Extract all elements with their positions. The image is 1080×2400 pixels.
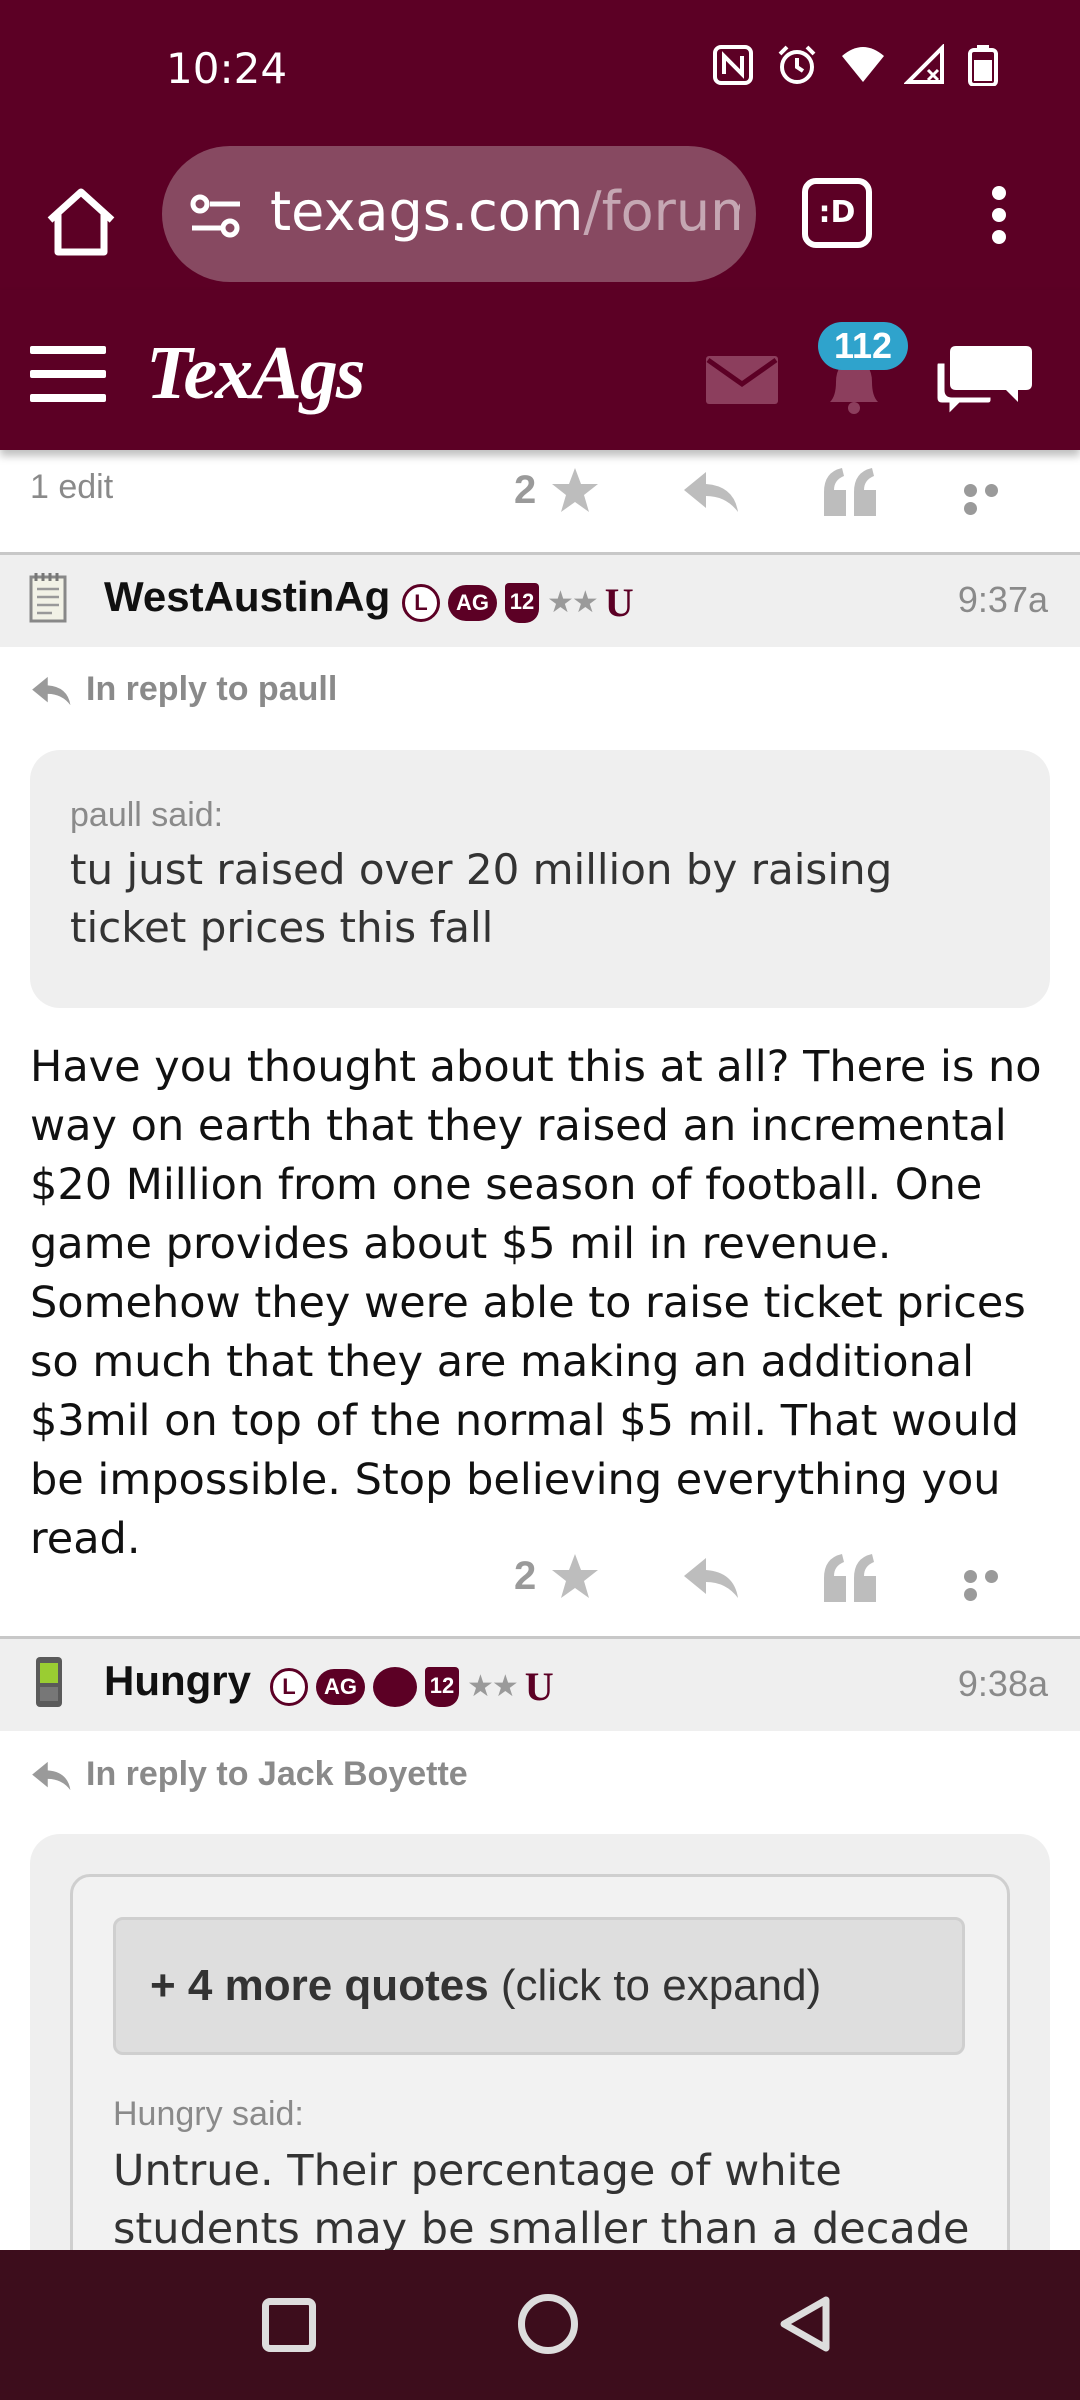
like-count: 2 <box>514 468 537 512</box>
reply-icon <box>30 674 74 708</box>
lifetime-badge: L <box>270 1667 308 1706</box>
home-nav-button[interactable] <box>518 2294 578 2354</box>
dot-icon <box>992 208 1006 222</box>
status-icons <box>712 43 1010 87</box>
star-icon[interactable] <box>550 466 600 516</box>
like-count: 2 <box>514 1554 537 1598</box>
post-time[interactable]: 9:37a <box>958 579 1048 621</box>
more-options-icon[interactable] <box>964 484 1024 515</box>
quote-author: paull said: <box>70 796 224 834</box>
username[interactable]: Hungry <box>104 1657 251 1705</box>
nfc-icon <box>712 44 754 86</box>
url-path: /forum <box>583 180 740 243</box>
reply-to-user: paull <box>257 670 338 708</box>
u-badge: U <box>524 1664 554 1709</box>
user-badges: L AG 12 ★★ U <box>270 1663 554 1710</box>
reply-icon[interactable] <box>682 1554 742 1602</box>
tabs-button[interactable]: :D <box>802 178 872 248</box>
notepad-avatar-icon[interactable] <box>28 571 70 625</box>
system-nav-bar <box>0 2250 1080 2400</box>
nested-quote-content: Hungry said: Untrue. Their percentage of… <box>113 2095 973 2250</box>
action-row: 2 <box>0 1546 1080 1616</box>
12th-man-badge: 12 <box>505 582 539 623</box>
site-header: TexAgs 112 <box>0 290 1080 450</box>
u-badge: U <box>604 580 634 625</box>
lifetime-badge: L <box>402 583 440 622</box>
action-row: 2 <box>0 460 1080 530</box>
wifi-icon <box>840 44 884 86</box>
reply-icon[interactable] <box>682 468 742 516</box>
quote-block: + 4 more quotes (click to expand) Hungry… <box>30 1834 1050 2250</box>
reply-to-user: Jack Boyette <box>257 1755 468 1793</box>
battery-icon <box>968 44 1010 87</box>
reply-to-link[interactable]: In reply to paull <box>30 670 337 709</box>
status-bar: 10:24 <box>0 0 1080 140</box>
site-settings-icon[interactable] <box>186 186 246 246</box>
quote-block: paull said: tu just raised over 20 milli… <box>30 750 1050 1008</box>
recents-button[interactable] <box>262 2298 316 2352</box>
reply-prefix: In reply to <box>86 1755 249 1793</box>
home-icon <box>47 188 115 256</box>
ag-badge: AG <box>448 584 497 621</box>
post-header: WestAustinAg L AG 12 ★★ U 9:37a <box>0 555 1080 647</box>
notification-count-badge[interactable]: 112 <box>818 322 909 370</box>
url-domain: texags.com <box>270 180 584 243</box>
status-time: 10:24 <box>166 44 288 93</box>
reply-to-link[interactable]: In reply to Jack Boyette <box>30 1755 468 1794</box>
thread-content: 1 edit 2 WestAustinAg L AG 12 ★★ U 9:37a… <box>0 450 1080 2250</box>
quote-icon[interactable] <box>820 1550 880 1606</box>
expand-quotes-hint: (click to expand) <box>488 1961 822 2010</box>
12th-man-badge: 12 <box>425 1666 459 1707</box>
previous-post-actions: 1 edit 2 <box>0 450 1080 550</box>
stars-badge: ★★ <box>547 586 599 619</box>
hamburger-menu-icon[interactable] <box>30 346 106 402</box>
ag-badge: AG <box>316 1668 365 1705</box>
post-time[interactable]: 9:38a <box>958 1663 1048 1705</box>
chat-icon[interactable] <box>934 338 1034 420</box>
cell-signal-icon <box>903 43 946 86</box>
back-button[interactable] <box>776 2294 836 2354</box>
nested-quote-block: + 4 more quotes (click to expand) Hungry… <box>70 1874 1010 2250</box>
quote-icon[interactable] <box>820 464 880 520</box>
url-text[interactable]: texags.com/forum <box>270 180 740 250</box>
site-logo[interactable]: TexAgs <box>146 330 365 417</box>
reply-prefix: In reply to <box>86 670 249 708</box>
mascot-badge-icon <box>373 1666 417 1707</box>
post-body: Have you thought about this at all? Ther… <box>30 1042 1042 1564</box>
username[interactable]: WestAustinAg <box>104 573 390 621</box>
quote-text: Untrue. Their percentage of white studen… <box>113 2146 970 2250</box>
phone-avatar-icon[interactable] <box>28 1655 70 1709</box>
expand-quotes-button[interactable]: + 4 more quotes (click to expand) <box>113 1917 965 2055</box>
alarm-icon <box>776 44 818 86</box>
home-button[interactable] <box>40 180 122 262</box>
reply-icon <box>30 1759 74 1793</box>
mail-icon[interactable] <box>706 356 778 404</box>
browser-toolbar: texags.com/forum :D <box>0 140 1080 290</box>
star-icon[interactable] <box>550 1552 600 1602</box>
post-header: Hungry L AG 12 ★★ U 9:38a <box>0 1639 1080 1731</box>
more-options-icon[interactable] <box>964 1570 1024 1601</box>
address-bar[interactable]: texags.com/forum <box>162 146 756 282</box>
quote-text: tu just raised over 20 million by raisin… <box>70 845 893 952</box>
expand-quotes-label: + 4 more quotes <box>150 1961 489 2010</box>
dot-icon <box>992 230 1006 244</box>
browser-menu-button[interactable] <box>974 182 1024 252</box>
quote-author: Hungry said: <box>113 2095 304 2133</box>
user-badges: L AG 12 ★★ U <box>402 579 634 626</box>
back-triangle-icon <box>780 2296 830 2352</box>
stars-badge: ★★ <box>467 1670 519 1703</box>
dot-icon <box>992 186 1006 200</box>
